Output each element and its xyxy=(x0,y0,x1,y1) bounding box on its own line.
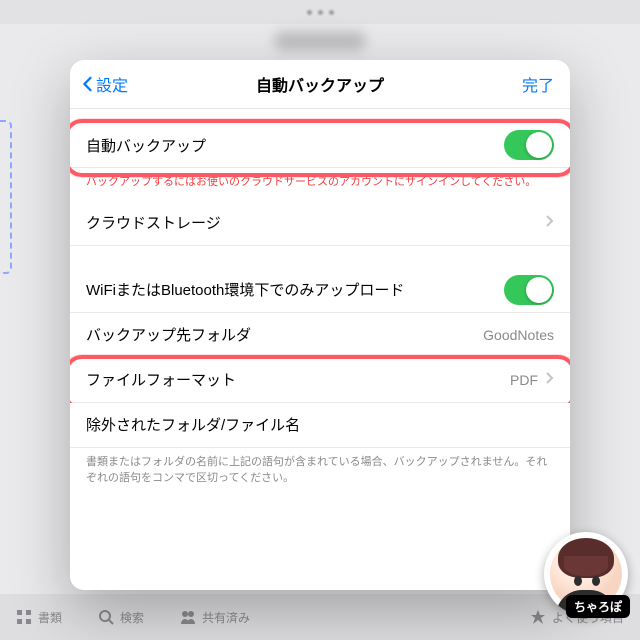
row-label: クラウドストレージ xyxy=(86,212,538,233)
row-cloud-storage[interactable]: クラウドストレージ xyxy=(70,201,570,246)
blurred-title xyxy=(275,32,365,50)
avatar-name: ちゃろぽ xyxy=(566,595,630,618)
tab-search[interactable]: 検索 xyxy=(98,609,144,626)
tab-label: 検索 xyxy=(120,609,144,626)
row-label: 自動バックアップ xyxy=(86,135,504,156)
back-label: 設定 xyxy=(96,72,128,96)
auto-backup-toggle[interactable] xyxy=(504,130,554,160)
chevron-right-icon xyxy=(546,371,554,388)
back-button[interactable]: 設定 xyxy=(80,72,128,96)
bottom-tab-bar: 書類 検索 共有済み よく使う項目 xyxy=(0,594,640,640)
row-wifi-bt-only: WiFiまたはBluetooth環境下でのみアップロード xyxy=(70,268,570,313)
grid-icon xyxy=(16,609,32,625)
people-icon xyxy=(180,609,196,625)
toggle-knob xyxy=(526,132,552,158)
signin-warning: バックアップするにはお使いのクラウドサービスのアカウントにサインインしてください… xyxy=(70,168,570,201)
toggle-knob xyxy=(526,277,552,303)
wifi-bt-toggle[interactable] xyxy=(504,275,554,305)
tab-label: 共有済み xyxy=(202,609,250,626)
row-excluded[interactable]: 除外されたフォルダ/ファイル名 xyxy=(70,403,570,448)
search-icon xyxy=(98,609,114,625)
tab-shared[interactable]: 共有済み xyxy=(180,609,250,626)
row-file-format[interactable]: ファイルフォーマット PDF xyxy=(70,358,570,403)
row-label: バックアップ先フォルダ xyxy=(86,324,483,345)
excluded-note: 書類またはフォルダの名前に上記の語句が含まれている場合、バックアップされません。… xyxy=(70,448,570,497)
drag-handle xyxy=(0,0,640,24)
selection-outline xyxy=(0,120,12,274)
row-label: ファイルフォーマット xyxy=(86,369,510,390)
modal-header: 設定 自動バックアップ 完了 xyxy=(70,60,570,109)
chevron-left-icon xyxy=(80,76,94,92)
star-icon xyxy=(530,609,546,625)
row-value: PDF xyxy=(510,372,538,388)
row-auto-backup: 自動バックアップ xyxy=(70,123,570,168)
modal-body: 自動バックアップ バックアップするにはお使いのクラウドサービスのアカウントにサイ… xyxy=(70,109,570,590)
window-dots-icon xyxy=(307,10,334,15)
row-dest-folder[interactable]: バックアップ先フォルダ GoodNotes xyxy=(70,313,570,358)
done-button[interactable]: 完了 xyxy=(522,72,554,96)
tab-documents[interactable]: 書類 xyxy=(16,609,62,626)
row-label: WiFiまたはBluetooth環境下でのみアップロード xyxy=(86,279,504,300)
row-value: GoodNotes xyxy=(483,327,554,343)
settings-modal: 設定 自動バックアップ 完了 自動バックアップ バックアップするにはお使いのクラ… xyxy=(70,60,570,590)
row-label: 除外されたフォルダ/ファイル名 xyxy=(86,414,554,435)
chevron-right-icon xyxy=(546,214,554,231)
page-title: 自動バックアップ xyxy=(256,72,384,96)
tab-label: 書類 xyxy=(38,609,62,626)
